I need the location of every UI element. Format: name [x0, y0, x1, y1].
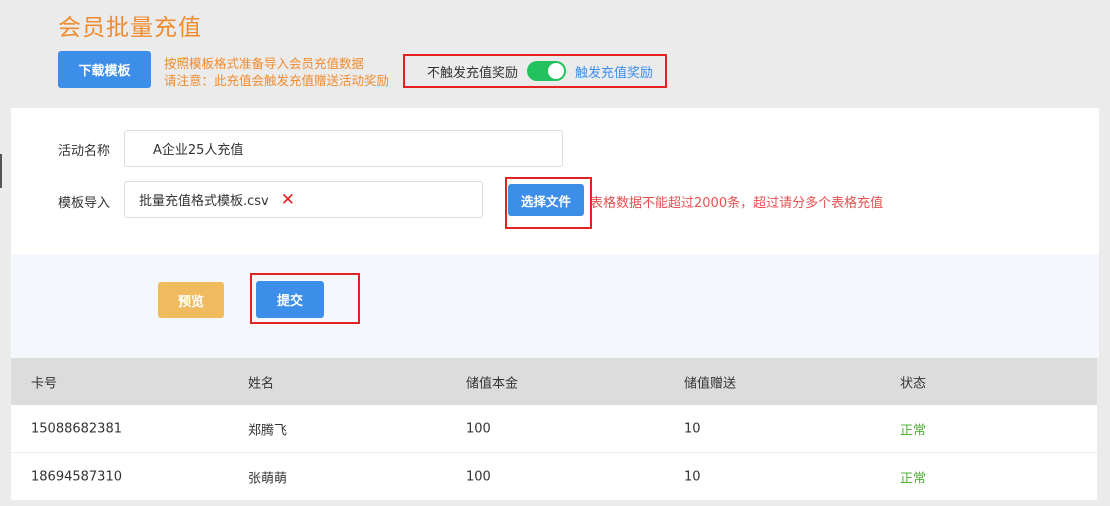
reward-switch[interactable] [527, 61, 567, 81]
left-edge-marker [0, 154, 2, 188]
status-cell: 正常 [900, 471, 927, 486]
table-header: 卡号 姓名 储值本金 储值赠送 状态 [11, 358, 1097, 405]
card-number-cell: 15088682381 [31, 421, 122, 436]
header-card-number: 卡号 [31, 376, 58, 391]
header-name: 姓名 [248, 376, 275, 391]
switch-knob [548, 63, 565, 79]
no-reward-label[interactable]: 不触发充值奖励 [427, 62, 518, 81]
principal-cell: 100 [466, 469, 491, 484]
reward-label[interactable]: 触发充值奖励 [575, 62, 653, 81]
bonus-cell: 10 [684, 421, 701, 436]
table-row: 18694587310 张萌萌 100 10 正常 [11, 453, 1097, 501]
activity-name-value: A企业25人充值 [153, 143, 244, 158]
name-cell: 张萌萌 [248, 471, 288, 486]
preview-button[interactable]: 预览 [158, 282, 224, 318]
remove-file-icon[interactable]: ✕ [281, 190, 295, 210]
file-name: 批量充值格式模板.csv [139, 194, 269, 209]
bonus-cell: 10 [684, 469, 701, 484]
submit-button[interactable]: 提交 [256, 281, 324, 318]
import-notice: 按照模板格式准备导入会员充值数据 请注意：此充值会触发充值赠送活动奖励 [164, 55, 389, 89]
header-bonus: 储值赠送 [684, 376, 737, 391]
notice-line-2: 请注意：此充值会触发充值赠送活动奖励 [164, 73, 390, 88]
template-file-field[interactable]: 批量充值格式模板.csv ✕ [124, 181, 483, 218]
status-cell: 正常 [900, 423, 927, 438]
header-status: 状态 [900, 376, 927, 391]
notice-line-1: 按照模板格式准备导入会员充值数据 [164, 56, 365, 71]
download-template-button[interactable]: 下载模板 [58, 51, 151, 88]
activity-name-input[interactable]: A企业25人充值 [124, 130, 563, 167]
table-row: 15088682381 郑腾飞 100 10 正常 [11, 405, 1097, 453]
row-limit-warning: 表格数据不能超过2000条，超过请分多个表格充值 [590, 196, 884, 211]
principal-cell: 100 [466, 421, 491, 436]
reward-toggle-group: 不触发充值奖励 触发充值奖励 [403, 54, 667, 88]
header-principal: 储值本金 [466, 376, 519, 391]
recharge-table: 卡号 姓名 储值本金 储值赠送 状态 15088682381 郑腾飞 100 1… [11, 358, 1097, 501]
page-title: 会员批量充值 [58, 15, 202, 41]
template-import-label: 模板导入 [58, 196, 111, 211]
name-cell: 郑腾飞 [248, 423, 288, 438]
activity-name-label: 活动名称 [58, 144, 111, 159]
choose-file-button[interactable]: 选择文件 [508, 184, 584, 216]
card-number-cell: 18694587310 [31, 469, 122, 484]
